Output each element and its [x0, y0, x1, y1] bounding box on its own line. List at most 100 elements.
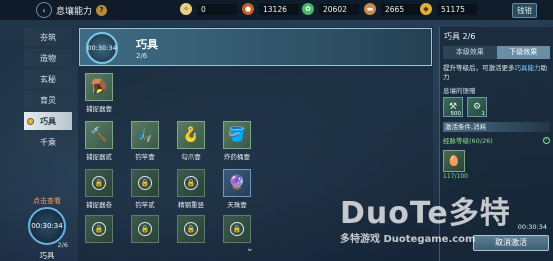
slot-frame: 🔒: [131, 215, 159, 243]
ability-label: 钓竿壹: [135, 153, 155, 161]
banner-title: 巧具: [136, 38, 158, 51]
slot-frame: 🔒: [177, 215, 205, 243]
ability-slot-locked[interactable]: 🔒: [130, 215, 160, 243]
ability-slot-locked[interactable]: 🔒 捕捉器叁: [84, 169, 114, 209]
ability-slot[interactable]: 🪣 炸药桶壹: [222, 121, 252, 161]
banner-timer: 00:30:34: [86, 32, 118, 64]
active-slot[interactable]: 点击查看 00:30:34 2/6 巧具: [24, 196, 70, 261]
level-requirement-text: 经脉等级(60/26): [443, 137, 493, 145]
slot-frame: 🔒: [131, 169, 159, 197]
nav-item-label: 造物: [40, 53, 56, 63]
trap-icon: 🪤: [85, 73, 113, 101]
slot-frame: 🔒: [223, 215, 251, 243]
lock-icon: 🔒: [184, 176, 198, 190]
nav-item-qiansheng[interactable]: 千乘: [24, 133, 72, 151]
ability-slot-locked[interactable]: 🔒 钓竿贰: [130, 169, 160, 209]
resource-scroll: ▬ 2665: [364, 3, 421, 15]
resource-jade: ✿ 20602: [302, 3, 359, 15]
gift-header: 息壤的馈赠: [443, 87, 476, 95]
ability-label: 捕捉器叁: [86, 201, 112, 209]
back-button[interactable]: ‹: [36, 2, 52, 18]
ability-slot[interactable]: 🔮 天珠壹: [222, 169, 252, 209]
resource-gold: ◆ 51175: [420, 3, 477, 15]
active-slot-progress: 2/6: [57, 241, 68, 249]
banner-progress: 2/6: [136, 52, 148, 60]
active-slot-label: 巧具: [39, 251, 55, 260]
nav-item-qiaoju[interactable]: 巧具: [24, 112, 72, 130]
coin-icon: ✧: [180, 3, 192, 15]
resource-coin: ✧ 0: [180, 3, 237, 15]
category-banner[interactable]: 00:30:34 巧具 2/6: [79, 28, 432, 66]
nav-item-zaowu[interactable]: 造物: [24, 49, 72, 67]
scroll-down-icon[interactable]: ⌄: [246, 244, 254, 254]
tab-current-effect[interactable]: 本级效果: [443, 46, 497, 59]
lock-icon: 🔒: [184, 222, 198, 236]
ability-slot-locked[interactable]: 🔒: [222, 215, 252, 243]
check-icon: ✓: [543, 136, 550, 144]
left-nav: 夯筑 造物 玄秘 育灵 巧具 千乘: [24, 28, 72, 154]
nav-item-label: 玄秘: [40, 74, 56, 84]
lock-icon: 🔒: [138, 222, 152, 236]
detail-tabs: 本级效果 下级效果: [443, 46, 550, 59]
gift-items: ⚒ 500 ⚙ 1: [443, 97, 550, 117]
tool-item-icon[interactable]: ⚒ 500: [443, 97, 463, 117]
cancel-activation-button[interactable]: 取消激活: [473, 235, 549, 251]
lock-icon: 🔒: [92, 176, 106, 190]
resource-value: 51175: [437, 3, 477, 15]
resource-value: 2665: [381, 3, 421, 15]
level-requirement: 经脉等级(60/26) ✓: [443, 135, 550, 145]
ability-slot[interactable]: 🪤 捕捉器壹: [84, 73, 114, 113]
gear-item-icon[interactable]: ⚙ 1: [467, 97, 487, 117]
ability-label: 精钢重竖: [178, 201, 204, 209]
desc-prefix: 提升等级后，可激活更多: [443, 64, 515, 72]
ability-slot[interactable]: 🎣 钓竿壹: [130, 121, 160, 161]
slot-frame: 🔒: [85, 169, 113, 197]
active-slot-hint: 点击查看: [33, 197, 61, 205]
resource-value: 13126: [259, 3, 299, 15]
item-count: 500: [450, 111, 462, 117]
timer-text: 00:30:34: [31, 222, 63, 230]
hotkey-button[interactable]: 钱钳: [512, 3, 537, 18]
main-panel: 00:30:34 巧具 2/6 🪤 捕捉器壹 🔨 捕捉器贰 🎣 钓竿壹 🪝 勾爪…: [78, 27, 433, 261]
detail-timer: 00:30:34: [517, 223, 547, 231]
nav-item-label: 育灵: [40, 95, 56, 105]
nav-item-label: 巧具: [40, 116, 56, 126]
ability-slot-locked[interactable]: 🔒 精钢重竖: [176, 169, 206, 209]
condition-header: 激活条件,消耗: [443, 122, 550, 132]
slot-frame: 🔒: [177, 169, 205, 197]
cost-count: 117/100: [443, 173, 468, 180]
lock-icon: 🔒: [138, 176, 152, 190]
ability-slot[interactable]: 🪝 勾爪壹: [176, 121, 206, 161]
orb-icon: 🔮: [223, 169, 251, 197]
ability-label: 钓竿贰: [135, 201, 155, 209]
resource-copper: ● 13126: [242, 3, 299, 15]
active-dot-icon: [27, 117, 34, 125]
lock-icon: 🔒: [92, 222, 106, 236]
jade-icon: ✿: [302, 3, 314, 15]
resource-value: 20602: [319, 3, 359, 15]
timer-text: 00:30:34: [87, 44, 117, 52]
ability-label: 炸药桶壹: [224, 153, 250, 161]
ability-label: 天珠壹: [227, 201, 247, 209]
ability-slot[interactable]: 🔨 捕捉器贰: [84, 121, 114, 161]
effect-description: 提升等级后，可激活更多巧具能力助力: [443, 64, 550, 82]
help-icon[interactable]: ?: [96, 4, 108, 16]
ability-slot-locked[interactable]: 🔒: [176, 215, 206, 243]
gold-icon: ◆: [420, 3, 432, 15]
slot-frame: 🔒: [85, 215, 113, 243]
detail-panel: 巧具 2/6 本级效果 下级效果 提升等级后，可激活更多巧具能力助力 息壤的馈赠…: [439, 27, 553, 261]
nav-item-label: 夯筑: [40, 32, 56, 42]
page-title: 息壤能力: [56, 6, 93, 17]
powder-keg-icon: 🪣: [223, 121, 251, 149]
back-arrow-icon: ‹: [42, 5, 46, 15]
item-count: 1: [481, 111, 486, 117]
nav-item-xuanmi[interactable]: 玄秘: [24, 70, 72, 88]
nav-item-yuling[interactable]: 育灵: [24, 91, 72, 109]
copper-icon: ●: [242, 3, 254, 15]
tab-next-effect[interactable]: 下级效果: [496, 46, 550, 59]
ability-label: 勾爪壹: [181, 153, 201, 161]
nav-item-hangzhu[interactable]: 夯筑: [24, 28, 72, 46]
ability-slot-locked[interactable]: 🔒: [84, 215, 114, 243]
detail-title: 巧具 2/6: [444, 32, 476, 41]
seed-cost-icon[interactable]: 🥚: [443, 150, 465, 172]
